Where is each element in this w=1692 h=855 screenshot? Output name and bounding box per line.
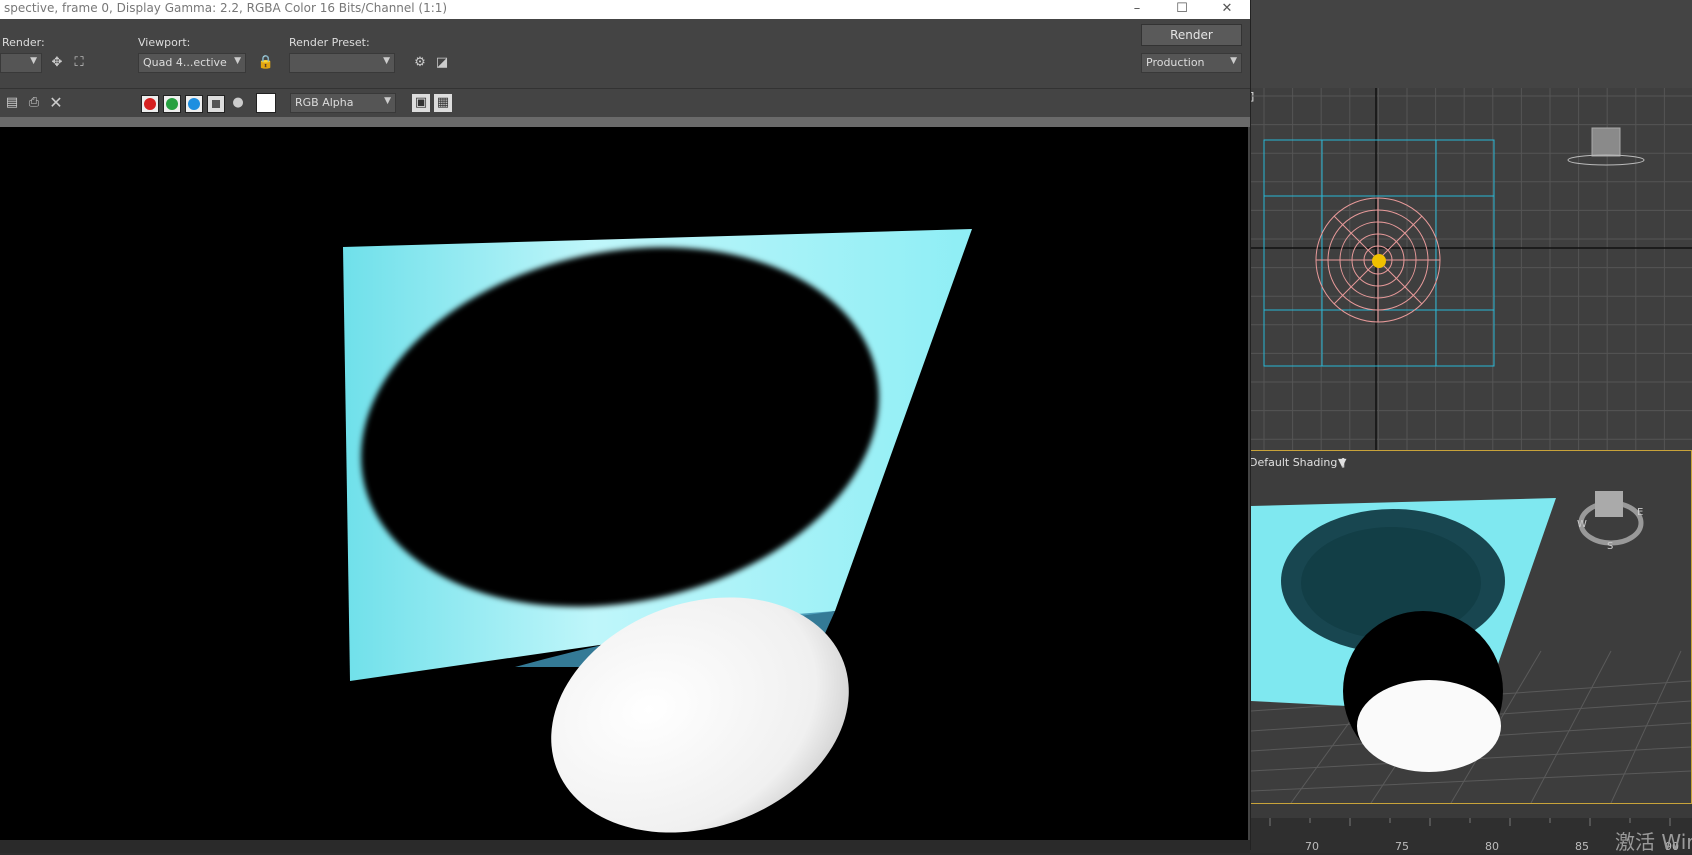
frame-toolbar: ▤ ⎙ ✕ ● RGB Alpha ▼ ▣ ▦: [0, 88, 1250, 117]
render-preset-label: Render Preset:: [289, 36, 370, 49]
activation-watermark: 激活 Wir: [1615, 830, 1692, 854]
display-toggle-icon[interactable]: ▣: [412, 94, 430, 112]
auto-region-icon[interactable]: ⛶: [70, 54, 88, 72]
channel-dropdown[interactable]: RGB Alpha ▼: [290, 93, 396, 113]
bottom-ruler: [0, 840, 1250, 853]
separator-strip: [0, 117, 1250, 127]
minimize-button[interactable]: –: [1117, 0, 1157, 19]
perspective-viewport[interactable]: Default Shading ] ▼ W E S: [1250, 450, 1692, 804]
chevron-down-icon: ▼: [234, 56, 241, 66]
nav-compass-icon: W E S: [1577, 491, 1644, 552]
render-button[interactable]: Render: [1141, 24, 1242, 46]
edit-region-icon[interactable]: ✥: [48, 54, 66, 72]
green-channel-toggle[interactable]: [163, 95, 181, 113]
timeline-tick-80: 80: [1485, 840, 1499, 853]
close-button[interactable]: ✕: [1207, 0, 1247, 19]
top-viewport-grid: [1250, 88, 1692, 450]
render-preset-dropdown[interactable]: ▼: [289, 53, 395, 73]
render-canvas[interactable]: [0, 127, 1248, 850]
lock-icon[interactable]: 🔒: [257, 54, 275, 72]
viewcube-front-icon: [1567, 127, 1645, 166]
timeline-tick-75: 75: [1395, 840, 1409, 853]
monochrome-icon[interactable]: ●: [229, 94, 247, 112]
viewport-value: Quad 4...ective: [143, 56, 227, 69]
clear-icon[interactable]: ✕: [47, 94, 65, 112]
max-viewport-area: ]: [1250, 0, 1692, 853]
info-panel-icon[interactable]: ▦: [434, 94, 452, 112]
maximize-button[interactable]: ☐: [1162, 0, 1202, 19]
viewport-dropdown[interactable]: Quad 4...ective ▼: [138, 53, 246, 73]
top-viewport[interactable]: ]: [1250, 88, 1692, 450]
rendered-frame-window: spective, frame 0, Display Gamma: 2.2, R…: [0, 0, 1251, 853]
perspective-scene: W E S: [1251, 491, 1691, 803]
production-value: Production: [1146, 56, 1205, 69]
svg-text:S: S: [1607, 541, 1613, 552]
title-bar[interactable]: spective, frame 0, Display Gamma: 2.2, R…: [0, 0, 1250, 19]
blue-channel-toggle[interactable]: [185, 95, 203, 113]
channel-value: RGB Alpha: [295, 96, 354, 109]
selection-gizmo: [1372, 254, 1386, 268]
svg-text:W: W: [1577, 519, 1587, 530]
viewport-label: Viewport:: [138, 36, 191, 49]
print-icon[interactable]: ⎙: [25, 94, 43, 112]
chevron-down-icon: ▼: [30, 56, 37, 66]
chevron-down-icon: ▼: [1230, 56, 1237, 66]
save-image-icon[interactable]: ▤: [3, 94, 21, 112]
render-label: Render:: [2, 36, 45, 49]
color-swatch[interactable]: [256, 93, 276, 113]
chevron-down-icon: ▼: [383, 56, 390, 66]
environment-icon[interactable]: ◪: [433, 54, 451, 72]
alpha-channel-toggle[interactable]: [207, 95, 225, 113]
svg-text:E: E: [1637, 507, 1643, 518]
render-area-dropdown[interactable]: ▼: [0, 53, 42, 73]
timeline-tick-85: 85: [1575, 840, 1589, 853]
window-title: spective, frame 0, Display Gamma: 2.2, R…: [4, 1, 448, 15]
max-toolbar-strip: [1250, 0, 1692, 88]
render-setup-icon[interactable]: ⚙: [411, 54, 429, 72]
timeline-tick-70: 70: [1305, 840, 1319, 853]
rendered-image: [343, 229, 972, 833]
chevron-down-icon: ▼: [384, 96, 391, 106]
render-controls: Render: ▼ ✥ ⛶ Viewport: Quad 4...ective …: [0, 19, 1250, 87]
production-dropdown[interactable]: Production ▼: [1141, 53, 1242, 73]
red-channel-toggle[interactable]: [141, 95, 159, 113]
